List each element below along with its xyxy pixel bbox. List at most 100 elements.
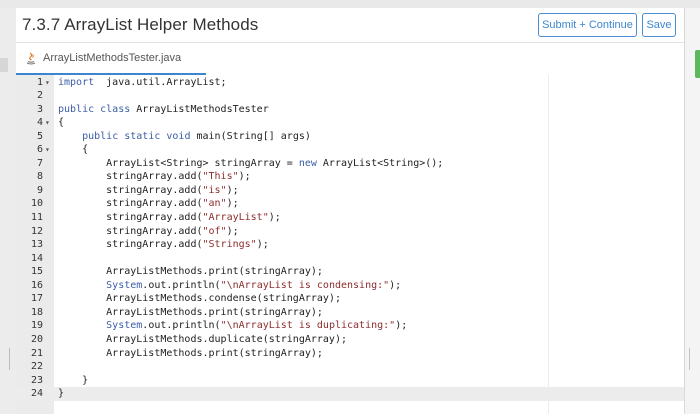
code-editor[interactable]: 1 ▾ import java.util.ArrayList; 2 3 public cl… [16, 75, 684, 414]
code-token: "of" [202, 225, 227, 237]
fold-toggle-icon[interactable]: ▾ [45, 76, 53, 90]
left-sidebar-edge [0, 8, 16, 414]
code-token: ArrayListMethods.condense(stringArray); [58, 293, 341, 305]
code-token: System [58, 320, 143, 332]
code-token: stringArray.add( [58, 212, 203, 223]
code-token: ArrayListMethods.print(stringArray); [58, 266, 323, 278]
code-token: ArrayListMethodsTester [130, 103, 269, 115]
code-token: ); [256, 239, 269, 251]
exercise-panel: 7.3.7 ArrayList Helper Methods Submit + … [16, 8, 684, 414]
code-line[interactable]: 23 } [16, 374, 684, 388]
fold-toggle-icon[interactable]: ▾ [45, 143, 53, 157]
code-token: } [58, 388, 65, 400]
code-line[interactable]: 10 stringArray.add("an"); [16, 197, 684, 211]
code-line[interactable]: 22 [16, 360, 684, 374]
code-line[interactable]: 20 ArrayListMethods.duplicate(stringArra… [16, 333, 684, 347]
code-token: stringArray.add( [58, 171, 203, 183]
code-token: "an" [202, 198, 227, 210]
top-strip [0, 0, 700, 8]
code-token: ); [226, 184, 239, 196]
line-number: 14 [30, 252, 43, 264]
code-token: public class [58, 103, 131, 115]
code-text: stringArray.add("an"); [58, 197, 238, 211]
code-text: ArrayListMethods.print(stringArray); [58, 306, 323, 320]
line-number: 13 [30, 239, 43, 251]
code-line[interactable]: 12 stringArray.add("of"); [16, 225, 684, 239]
line-number: 23 [30, 374, 43, 386]
code-line[interactable]: 11 stringArray.add("ArrayList"); [16, 211, 684, 225]
code-token: public static void [82, 130, 191, 142]
line-number: 17 [30, 293, 43, 305]
code-token: ); [395, 320, 408, 332]
code-line[interactable]: 2 [16, 89, 684, 103]
code-token: ArrayListMethods.duplicate(stringArray); [58, 333, 347, 345]
code-text: public class ArrayListMethodsTester [58, 103, 269, 117]
code-token: "\nArrayList is condensing:" [220, 279, 390, 291]
line-number: 9 [36, 184, 43, 196]
code-token: { [58, 144, 89, 156]
code-token: stringArray.add( [58, 184, 203, 196]
code-token: java.util.ArrayList; [94, 76, 227, 88]
save-button[interactable]: Save [642, 13, 676, 37]
code-line[interactable]: 14 [16, 252, 684, 266]
code-line[interactable]: 9 stringArray.add("is"); [16, 184, 684, 198]
code-line[interactable]: 19 System.out.println("\nArrayList is du… [16, 319, 684, 333]
line-number: 19 [30, 320, 43, 332]
line-number: 10 [30, 198, 43, 210]
code-text: stringArray.add("Strings"); [58, 238, 269, 252]
code-token: ArrayList<String>(); [316, 157, 444, 169]
line-number: 21 [30, 347, 43, 359]
code-line[interactable]: 4 ▾ { [16, 116, 684, 130]
code-token: ); [389, 279, 402, 291]
code-text: stringArray.add("ArrayList"); [58, 211, 281, 225]
file-tab-bar: ArrayListMethodsTester.java [16, 42, 684, 76]
code-line[interactable]: 24} [16, 387, 684, 401]
code-line[interactable]: 13 stringArray.add("Strings"); [16, 238, 684, 252]
code-line[interactable]: 18 ArrayListMethods.print(stringArray); [16, 306, 684, 320]
right-resize-handle[interactable] [689, 348, 690, 370]
line-number: 5 [36, 130, 43, 142]
submit-continue-button[interactable]: Submit + Continue [538, 13, 637, 37]
code-text: System.out.println("\nArrayList is dupli… [58, 319, 407, 333]
code-token: "This" [202, 171, 239, 183]
code-text: ArrayListMethods.duplicate(stringArray); [58, 333, 347, 347]
code-text: { [58, 116, 64, 130]
line-number: 4 [36, 117, 43, 129]
line-number: 18 [30, 306, 43, 318]
line-number: 24 [30, 388, 43, 400]
left-resize-handle[interactable] [9, 348, 10, 370]
code-token: "\nArrayList is duplicating:" [220, 320, 396, 332]
code-line[interactable]: 17 ArrayListMethods.condense(stringArray… [16, 292, 684, 306]
code-text: stringArray.add("This"); [58, 170, 251, 184]
tab-file[interactable]: ArrayListMethodsTester.java [16, 43, 206, 76]
right-sidebar-edge [684, 8, 700, 414]
code-token: ArrayListMethods.print(stringArray); [58, 306, 323, 318]
code-token: main(String[] args) [190, 130, 311, 142]
code-line[interactable]: 3 public class ArrayListMethodsTester [16, 103, 684, 117]
code-text: } [58, 387, 64, 401]
code-text: System.out.println("\nArrayList is conde… [58, 279, 401, 293]
java-file-icon [25, 52, 37, 65]
code-line[interactable]: 5 public static void main(String[] args) [16, 130, 684, 144]
file-name: ArrayListMethodsTester.java [43, 52, 182, 64]
code-line[interactable]: 7 ArrayList<String> stringArray = new Ar… [16, 157, 684, 171]
line-number: 3 [36, 103, 43, 115]
code-text: public static void main(String[] args) [58, 130, 311, 144]
code-line[interactable]: 6 ▾ { [16, 143, 684, 157]
status-indicator [695, 50, 700, 78]
code-line[interactable]: 1 ▾ import java.util.ArrayList; [16, 76, 684, 90]
line-number: 22 [30, 361, 43, 373]
line-number: 20 [30, 333, 43, 345]
code-text: ArrayListMethods.print(stringArray); [58, 347, 323, 361]
code-token: ); [268, 212, 281, 223]
code-line[interactable]: 16 System.out.println("\nArrayList is co… [16, 279, 684, 293]
code-line[interactable]: 15 ArrayListMethods.print(stringArray); [16, 265, 684, 279]
code-line[interactable]: 8 stringArray.add("This"); [16, 170, 684, 184]
code-token: "Strings" [202, 239, 257, 251]
code-text: { [58, 143, 88, 157]
fold-toggle-icon[interactable]: ▾ [45, 116, 53, 130]
code-token: ArrayListMethods.print(stringArray); [58, 347, 323, 359]
line-number: 2 [36, 90, 43, 102]
code-line[interactable]: 21 ArrayListMethods.print(stringArray); [16, 347, 684, 361]
